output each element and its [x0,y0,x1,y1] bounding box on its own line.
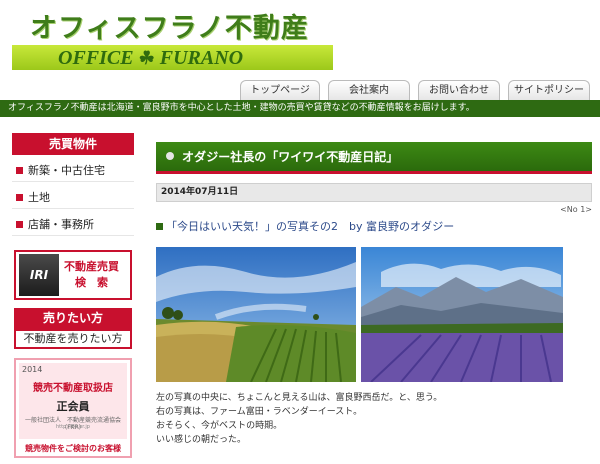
badge-caption: 競売物件をご検討のお客様 [25,444,121,453]
diary-section-header: オダジー社長の「ワイワイ不動産日記」 [156,142,592,174]
post-body-line: 右の写真は、ファーム富田・ラベンダーイースト。 [156,407,363,417]
sidebar-sales: 売買物件 新築・中古住宅 土地 店舗・事務所 [12,133,134,236]
search-banner-line2: 検 索 [75,276,108,289]
post-date: 2014年07月11日 [156,183,592,202]
photo-field-landscape[interactable] [156,247,356,382]
sidebar-section-title: 売買物件 [12,133,134,155]
tab-site-policy[interactable]: サイトポリシー [508,80,590,100]
tab-contact[interactable]: お問い合わせ [418,80,500,100]
badge-url: http://fkr.or.jp [56,424,90,430]
sidebar-item-label: 土地 [28,190,50,204]
site-tagline: オフィスフラノ不動産は北海道・富良野市を中心とした土地・建物の売買や賃貸などの不… [0,100,600,117]
tab-top-page[interactable]: トップページ [240,80,320,100]
bullet-square-icon [156,223,163,230]
sidebar-item-houses[interactable]: 新築・中古住宅 [12,159,134,182]
bullet-square-icon [16,220,23,228]
auction-member-badge[interactable]: 2014 競売不動産取扱店 正会員 一般社団法人 不動産競売流通協会 (FKR)… [14,358,132,458]
sell-property-button[interactable]: 不動産を売りたい方 [14,329,132,349]
property-search-banner[interactable]: IRI 不動産売買 検 索 [14,250,132,300]
iri-logo-icon: IRI [19,254,59,296]
bullet-square-icon [16,193,23,201]
post-body: 左の写真の中央に、ちょこんと見える山は、富良野西岳だ。と、思う。 右の写真は、フ… [156,391,442,447]
site-logo-japanese[interactable]: オフィスフラノ不動産 [30,6,309,45]
bullet-square-icon [16,166,23,174]
post-title: 「今日はいい天気！」の写真その2 by 富良野のオダジー [156,218,454,234]
sidebar-item-label: 店舗・事務所 [28,217,94,231]
logo-en-furano: FURANO [159,47,244,69]
badge-title: 競売不動産取扱店 [33,383,113,394]
search-banner-line1: 不動産売買 [64,260,119,273]
post-title-text: 「今日はいい天気！」の写真その2 by 富良野のオダジー [166,220,455,233]
post-pager[interactable]: <No 1> [560,205,592,214]
search-banner-text: 不動産売買 検 索 [64,259,119,291]
site-logo-english[interactable]: OFFICE ☘ FURANO [58,47,243,70]
top-navigation: トップページ 会社案内 お問い合わせ サイトポリシー [240,80,590,100]
photo-lavender-field[interactable] [361,247,563,382]
badge-year: 2014 [22,365,43,374]
tab-company[interactable]: 会社案内 [328,80,410,100]
sidebar-item-label: 新築・中古住宅 [28,163,105,177]
sell-section-title: 売りたい方 [14,308,132,329]
bullet-circle-icon [166,152,174,160]
logo-en-office: OFFICE [58,47,134,69]
leaf-logo-icon: ☘ [138,48,155,68]
badge-member: 正会員 [56,400,90,413]
sidebar-item-land[interactable]: 土地 [12,186,134,209]
sidebar-item-shops-offices[interactable]: 店舗・事務所 [12,213,134,236]
diary-section-title: オダジー社長の「ワイワイ不動産日記」 [182,150,399,164]
post-body-line: いい感じの朝だった。 [156,435,247,445]
post-body-line: おそらく、今がベストの時期。 [156,421,283,431]
post-body-line: 左の写真の中央に、ちょこんと見える山は、富良野西岳だ。と、思う。 [156,393,443,403]
